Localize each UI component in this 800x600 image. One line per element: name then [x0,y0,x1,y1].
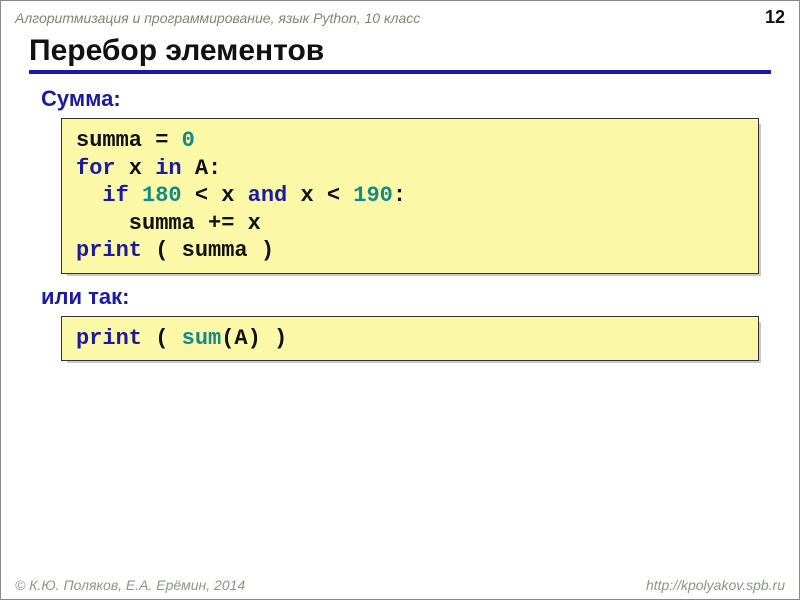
content-area: Сумма: summa = 0 for x in A: if 180 < x … [1,74,799,361]
slide: Алгоритмизация и программирование, язык … [0,0,800,600]
code-block-2: print ( sum(A) ) [61,316,759,362]
code-number: 0 [182,128,195,153]
source-url: http://kpolyakov.spb.ru [646,577,785,593]
code-text: x [116,156,156,181]
code-text: (A) ) [221,326,287,351]
page-number: 12 [765,7,785,28]
code-keyword: print [76,238,142,263]
code-keyword: and [248,183,288,208]
label-sum: Сумма: [41,86,759,112]
code-text: A: [182,156,222,181]
code-number: 180 [142,183,182,208]
code-keyword: for [76,156,116,181]
slide-footer: © К.Ю. Поляков, Е.А. Ерёмин, 2014 http:/… [15,577,785,593]
code-text: < x [182,183,248,208]
code-keyword: in [155,156,181,181]
code-content-2: print ( sum(A) ) [61,316,759,362]
slide-header: Алгоритмизация и программирование, язык … [1,1,799,28]
course-title: Алгоритмизация и программирование, язык … [15,10,420,26]
code-number: 190 [353,183,393,208]
code-text: x < [287,183,353,208]
page-title: Перебор элементов [29,34,771,74]
code-text: summa = [76,128,182,153]
code-keyword: if [102,183,128,208]
code-text [129,183,142,208]
code-content-1: summa = 0 for x in A: if 180 < x and x <… [61,118,759,274]
code-keyword: print [76,326,142,351]
code-text: summa += x [76,211,261,236]
code-block-1: summa = 0 for x in A: if 180 < x and x <… [61,118,759,274]
code-text: ( [142,326,182,351]
code-function: sum [182,326,222,351]
copyright: © К.Ю. Поляков, Е.А. Ерёмин, 2014 [15,577,245,593]
code-text: : [393,183,406,208]
label-or: или так: [41,284,759,310]
code-text: ( summa ) [142,238,274,263]
code-text [76,183,102,208]
